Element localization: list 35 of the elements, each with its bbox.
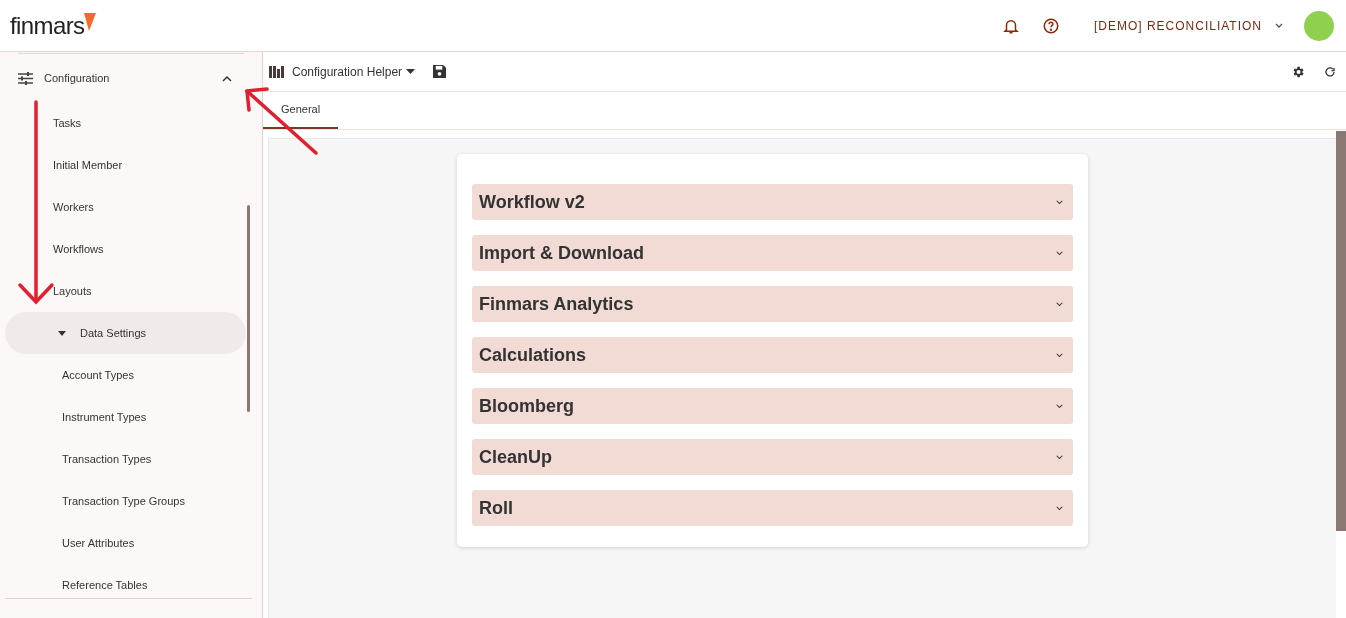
scrollbar[interactable] bbox=[1336, 131, 1346, 531]
scrollbar[interactable] bbox=[247, 205, 250, 412]
tab[interactable]: General bbox=[263, 91, 339, 129]
sidebar-item[interactable]: Tasks bbox=[0, 102, 262, 144]
accordion-header[interactable]: Roll bbox=[472, 490, 1073, 526]
accordion-header[interactable]: Calculations bbox=[472, 337, 1073, 373]
sidebar-item[interactable]: Transaction Types bbox=[0, 438, 262, 480]
sidebar-item[interactable]: Workers bbox=[0, 186, 262, 228]
sidebar-item[interactable]: Configuration bbox=[0, 54, 262, 102]
settings-icon[interactable] bbox=[1291, 64, 1305, 79]
workspace-selector[interactable]: [DEMO] RECONCILIATION bbox=[1093, 16, 1284, 35]
sidebar-item[interactable]: Reference Tables bbox=[0, 564, 262, 606]
refresh-icon[interactable] bbox=[1324, 65, 1336, 78]
accordion-header[interactable]: Workflow v2 bbox=[472, 184, 1073, 220]
sidebar-item[interactable]: Data Settings bbox=[5, 312, 246, 354]
sidebar-item[interactable]: Workflows bbox=[0, 228, 262, 270]
sidebar-item[interactable]: Instrument Types bbox=[0, 396, 262, 438]
accordion-header[interactable]: Bloomberg bbox=[472, 388, 1073, 424]
accordion-header[interactable]: Import & Download bbox=[472, 235, 1073, 271]
sidebar-item[interactable]: Initial Member bbox=[0, 144, 262, 186]
chevron-icon bbox=[1274, 21, 1284, 30]
sidebar-item[interactable]: User Attributes bbox=[0, 522, 262, 564]
caret-icon bbox=[406, 68, 416, 75]
sidebar-item[interactable]: Layouts bbox=[0, 270, 262, 312]
library-icon bbox=[269, 65, 285, 78]
logo-text: finmars bbox=[10, 10, 85, 41]
accordion-header[interactable]: Finmars Analytics bbox=[472, 286, 1073, 322]
save-icon[interactable] bbox=[433, 65, 447, 78]
sidebar-item[interactable]: Account Types bbox=[0, 354, 262, 396]
help-icon[interactable] bbox=[1041, 16, 1060, 35]
logo-mark-icon bbox=[84, 12, 97, 31]
sliders-icon bbox=[18, 71, 33, 85]
sidebar-item[interactable]: Transaction Type Groups bbox=[0, 480, 262, 522]
accordion-header[interactable]: CleanUp bbox=[472, 439, 1073, 475]
helper-menu-button[interactable]: Configuration Helper bbox=[292, 62, 416, 81]
